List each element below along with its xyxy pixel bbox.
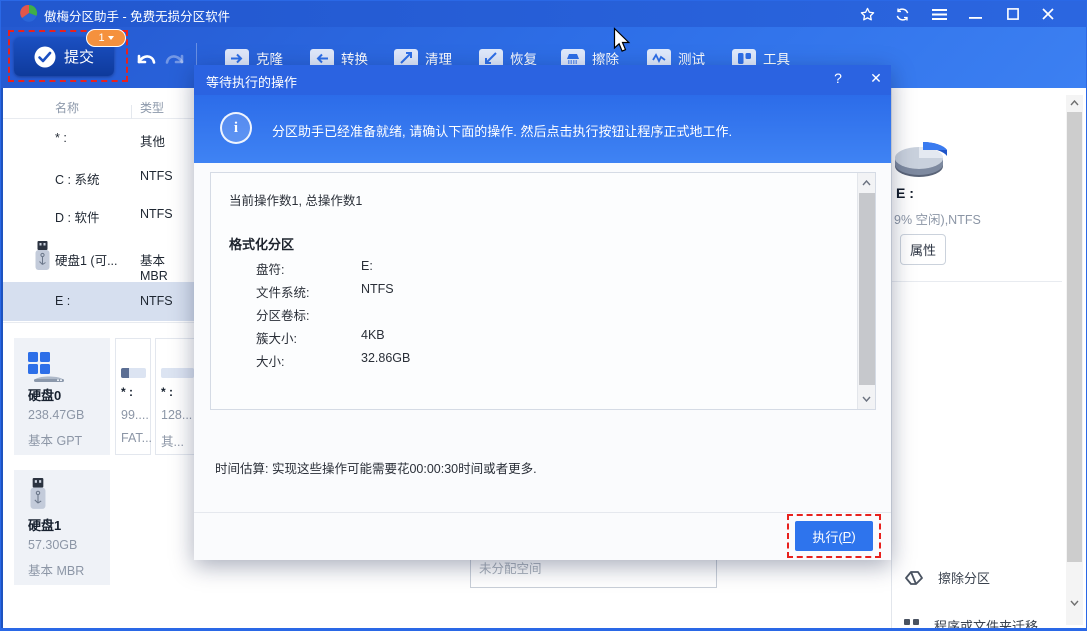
maximize-button[interactable] [1004,5,1022,23]
dialog-info-banner: i 分区助手已经准备就绪, 请确认下面的操作. 然后点击执行按钮让程序正式地工作… [194,95,891,163]
dialog-titlebar: 等待执行的操作 ? ✕ [194,65,891,95]
update-sync-icon[interactable] [893,5,911,23]
volume-list-panel: 名称 类型 * : 其他 C : 系统 NTFS D : 软件 NTFS 硬盘1… [3,88,194,631]
right-scrollbar[interactable] [1066,95,1083,625]
volume-row-disk1[interactable]: 硬盘1 (可... 基本 MBR [3,233,194,281]
partition-label: E : [896,185,914,201]
apps-icon [904,619,920,631]
time-estimate: 时间估算: 实现这些操作可能需要花00:00:30时间或者更多. [215,458,537,477]
volume-row[interactable]: * : 其他 [3,119,194,157]
list-scrollbar[interactable] [857,173,875,409]
eraser-icon [904,569,924,587]
operation-title: 格式化分区 [229,234,294,253]
redo-button[interactable] [163,50,187,72]
close-button[interactable] [1039,5,1057,23]
menu-item-erase-partition[interactable]: 擦除分区 [904,568,990,587]
scrollbar-thumb[interactable] [859,193,875,385]
disk1-card[interactable]: 硬盘1 57.30GB 基本 MBR [14,470,110,585]
help-icon[interactable]: ? [828,70,848,90]
usb-drive-icon [30,478,46,510]
scrollbar-thumb[interactable] [1067,112,1082,562]
scroll-down-icon[interactable] [1066,595,1083,611]
execute-button[interactable]: 执行(P) [795,521,873,551]
dialog-title: 等待执行的操作 [206,72,297,91]
disk0-partition-card[interactable]: * : 128... 其... [155,338,194,455]
disk0-partition-card[interactable]: * : 99.... FAT... [115,338,151,455]
app-logo-icon [20,5,39,22]
pie-chart-icon [894,118,950,180]
scroll-up-icon[interactable] [1066,95,1083,111]
info-icon: i [220,112,252,144]
operations-list: 当前操作数1, 总操作数1 格式化分区 盘符: E: 文件系统: NTFS 分区… [210,172,876,410]
volume-row[interactable]: D : 软件 NTFS [3,195,194,233]
detail-row: 文件系统: NTFS [211,282,611,304]
section-divider [3,322,194,323]
chevron-down-icon [108,36,114,40]
scroll-up-icon[interactable] [858,175,875,191]
menu-item-app-migration[interactable]: 程序或文件夹迁移 [904,616,1038,631]
dialog-close-icon[interactable]: ✕ [866,70,886,90]
partition-info: 9% 空闲),NTFS [894,209,981,228]
volume-row-selected[interactable]: E : NTFS [3,282,194,321]
volume-table-header: 名称 类型 [3,95,194,119]
footer-divider [194,512,891,513]
column-name[interactable]: 名称 [55,99,79,116]
detail-row: 簇大小: 4KB [211,328,611,350]
detail-row: 大小: 32.86GB [211,351,611,373]
pending-count-badge[interactable]: 1 [86,29,126,47]
usb-drive-icon [35,241,50,271]
window-title: 傲梅分区助手 - 免费无损分区软件 [44,6,230,25]
panel-divider [892,281,1062,282]
operations-summary: 当前操作数1, 总操作数1 [229,190,362,209]
volume-row[interactable]: C : 系统 NTFS [3,157,194,195]
column-type[interactable]: 类型 [140,99,164,116]
scroll-down-icon[interactable] [858,391,875,407]
disk0-card[interactable]: 硬盘0 238.47GB 基本 GPT [14,338,110,455]
detail-row: 盘符: E: [211,259,611,281]
minimize-button[interactable] [966,5,984,23]
banner-message: 分区助手已经准备就绪, 请确认下面的操作. 然后点击执行按钮让程序正式地工作. [272,121,732,140]
disk-icon [28,352,70,382]
titlebar: 傲梅分区助手 - 免费无损分区软件 [0,0,1087,27]
pending-operations-dialog: 等待执行的操作 ? ✕ i 分区助手已经准备就绪, 请确认下面的操作. 然后点击… [194,65,891,560]
unallocated-label: 未分配空间 [479,558,542,577]
menu-icon[interactable] [930,5,948,23]
partition-detail-panel: E : 9% 空闲),NTFS 属性 擦除分区 程序或文件夹迁移 [891,88,1087,631]
badge-count: 1 [98,32,104,44]
column-separator [131,105,132,119]
properties-button[interactable]: 属性 [900,234,946,265]
favorite-star-icon[interactable] [858,5,876,23]
detail-row: 分区卷标: [211,305,611,327]
undo-button[interactable] [134,50,158,72]
